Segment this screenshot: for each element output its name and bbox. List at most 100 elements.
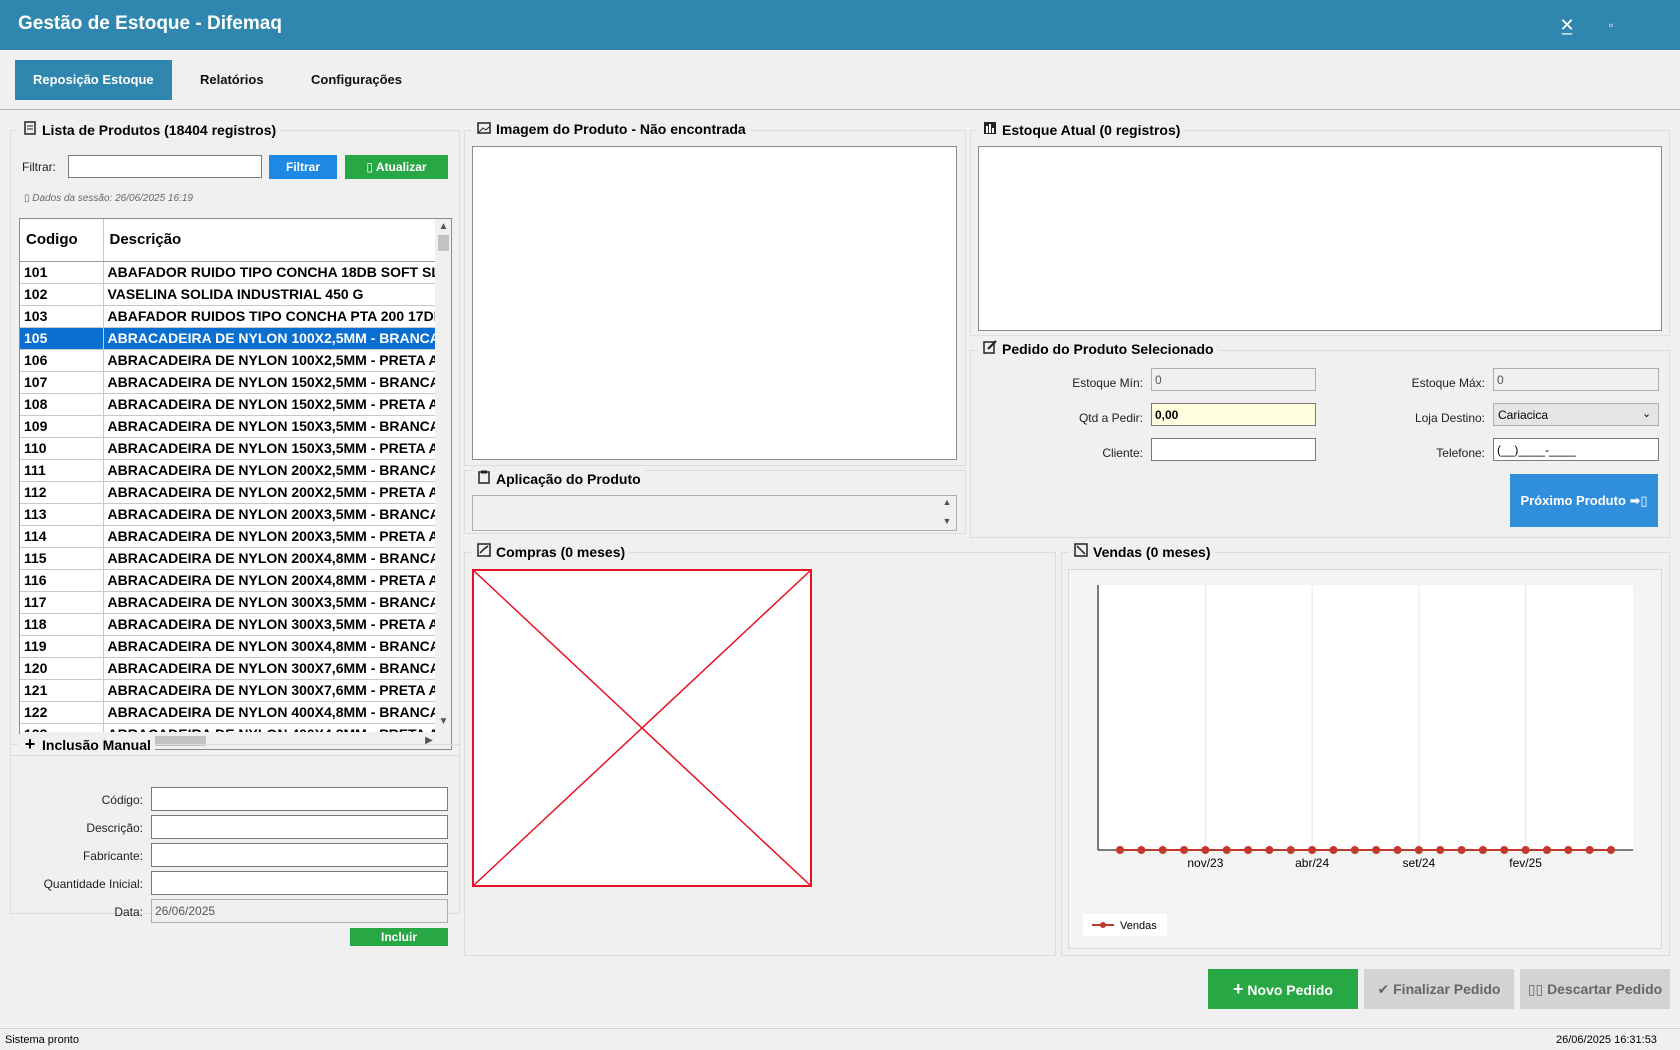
row-code[interactable]: 118 [20,613,104,636]
estoque-min-label: Estoque Mín: [1072,376,1143,390]
include-button[interactable]: Incluir [350,928,448,946]
discard-order-button[interactable]: ▯▯ Descartar Pedido [1520,969,1670,1009]
row-code[interactable]: 103 [20,305,104,328]
row-code[interactable]: 105 [20,327,104,350]
row-description[interactable]: ABRACADEIRA DE NYLON 300X7,6MM - PRETA A… [103,679,436,702]
table-row[interactable]: 111 ABRACADEIRA DE NYLON 200X2,5MM - BRAN… [20,459,436,482]
table-row[interactable]: 101 ABAFADOR RUIDO TIPO CONCHA 18DB SOFT … [20,261,436,284]
table-row[interactable]: 119 ABRACADEIRA DE NYLON 300X4,8MM - BRAN… [20,635,436,658]
product-list-title: Lista de Produtos (18404 registros) [42,122,277,138]
row-code[interactable]: 111 [20,459,104,482]
row-description[interactable]: ABRACADEIRA DE NYLON 200X2,5MM - PRETA A… [103,481,436,504]
row-code[interactable]: 114 [20,525,104,548]
row-description[interactable]: ABRACADEIRA DE NYLON 300X3,5MM - BRANCA [103,591,436,614]
row-description[interactable]: ABRACADEIRA DE NYLON 200X4,8MM - PRETA A… [103,569,436,592]
maximize-button[interactable]: ▫ [1596,10,1626,40]
quantidade-inicial-label: Quantidade Inicial: [43,877,143,891]
codigo-input[interactable] [151,787,448,811]
tab-reposicao-estoque[interactable]: Reposição Estoque [15,60,172,100]
refresh-button[interactable]: ▯ Atualizar [345,155,448,179]
table-row[interactable]: 118 ABRACADEIRA DE NYLON 300X3,5MM - PRET… [20,613,436,636]
table-row[interactable]: 110 ABRACADEIRA DE NYLON 150X3,5MM - PRET… [20,437,436,460]
quantidade-inicial-input[interactable] [151,871,448,895]
row-code[interactable]: 120 [20,657,104,680]
row-code[interactable]: 119 [20,635,104,658]
product-application-textarea[interactable] [472,495,957,531]
row-code[interactable]: 113 [20,503,104,526]
row-description[interactable]: ABRACADEIRA DE NYLON 300X3,5MM - PRETA A… [103,613,436,636]
row-description[interactable]: ABRACADEIRA DE NYLON 200X3,5MM - PRETA A… [103,525,436,548]
row-description[interactable]: VASELINA SOLIDA INDUSTRIAL 450 G [103,283,436,306]
table-row[interactable]: 106 ABRACADEIRA DE NYLON 100X2,5MM - PRET… [20,349,436,372]
row-description[interactable]: ABRACADEIRA DE NYLON 200X2,5MM - BRANCA [103,459,436,482]
product-image-title: Imagem do Produto - Não encontrada [496,121,746,137]
table-row[interactable]: 117 ABRACADEIRA DE NYLON 300X3,5MM - BRAN… [20,591,436,614]
table-row[interactable]: 107 ABRACADEIRA DE NYLON 150X2,5MM - BRAN… [20,371,436,394]
row-description[interactable]: ABRACADEIRA DE NYLON 100X2,5MM - PRETA A… [103,349,436,372]
filter-button[interactable]: Filtrar [269,155,337,179]
qtd-pedir-input[interactable] [1151,403,1316,426]
row-code[interactable]: 110 [20,437,104,460]
filter-input[interactable] [68,155,262,178]
application-scroll-up-icon[interactable]: ▲ [940,497,954,507]
row-description[interactable]: ABRACADEIRA DE NYLON 150X3,5MM - BRANCA [103,415,436,438]
next-product-button[interactable]: Próximo Produto ➡▯ [1510,474,1658,527]
column-header-descricao[interactable]: Descrição [103,219,436,262]
row-description[interactable]: ABRACADEIRA DE NYLON 100X2,5MM - BRANCA [103,327,436,350]
row-description[interactable]: ABRACADEIRA DE NYLON 150X2,5MM - PRETA A… [103,393,436,416]
product-grid[interactable]: Codigo Descrição 101 ABAFADOR RUIDO TIPO … [19,218,452,750]
row-code[interactable]: 121 [20,679,104,702]
row-code[interactable]: 102 [20,283,104,306]
row-description[interactable]: ABAFADOR RUIDOS TIPO CONCHA PTA 200 17DB [103,305,436,328]
table-row[interactable]: 121 ABRACADEIRA DE NYLON 300X7,6MM - PRET… [20,679,436,702]
close-button[interactable]: ✕ [1552,10,1582,40]
row-code[interactable]: 112 [20,481,104,504]
application-scroll-down-icon[interactable]: ▼ [940,516,954,526]
table-row[interactable]: 116 ABRACADEIRA DE NYLON 200X4,8MM - PRET… [20,569,436,592]
row-description[interactable]: ABRACADEIRA DE NYLON 200X4,8MM - BRANCA [103,547,436,570]
grid-vertical-scrollbar[interactable]: ▲ ▼ [435,219,451,732]
row-code[interactable]: 109 [20,415,104,438]
table-row[interactable]: 109 ABRACADEIRA DE NYLON 150X3,5MM - BRAN… [20,415,436,438]
telefone-input[interactable] [1493,438,1659,461]
table-row[interactable]: 108 ABRACADEIRA DE NYLON 150X2,5MM - PRET… [20,393,436,416]
row-code[interactable]: 101 [20,261,104,284]
row-description[interactable]: ABRACADEIRA DE NYLON 300X4,8MM - BRANCA [103,635,436,658]
row-code[interactable]: 106 [20,349,104,372]
row-code[interactable]: 108 [20,393,104,416]
table-row[interactable]: 102 VASELINA SOLIDA INDUSTRIAL 450 G [20,283,436,306]
finish-order-button[interactable]: ✔ Finalizar Pedido [1364,969,1514,1009]
loja-destino-select[interactable]: Cariacica ⌄ [1493,403,1659,426]
tab-relatorios[interactable]: Relatórios [182,60,282,100]
row-code[interactable]: 117 [20,591,104,614]
row-description[interactable]: ABRACADEIRA DE NYLON 150X3,5MM - PRETA A… [103,437,436,460]
scroll-up-icon[interactable]: ▲ [435,219,451,235]
row-description[interactable]: ABRACADEIRA DE NYLON 200X3,5MM - BRANCA [103,503,436,526]
table-row[interactable]: 120 ABRACADEIRA DE NYLON 300X7,6MM - BRAN… [20,657,436,680]
row-description[interactable]: ABRACADEIRA DE NYLON 400X4,8MM - BRANCA [103,701,436,724]
fabricante-input[interactable] [151,843,448,867]
row-code[interactable]: 115 [20,547,104,570]
table-row[interactable]: 115 ABRACADEIRA DE NYLON 200X4,8MM - BRAN… [20,547,436,570]
scroll-down-icon[interactable]: ▼ [435,714,451,730]
table-row[interactable]: 112 ABRACADEIRA DE NYLON 200X2,5MM - PRET… [20,481,436,504]
table-row[interactable]: 114 ABRACADEIRA DE NYLON 200X3,5MM - PRET… [20,525,436,548]
row-code[interactable]: 122 [20,701,104,724]
row-description[interactable]: ABAFADOR RUIDO TIPO CONCHA 18DB SOFT SLI… [103,261,436,284]
new-order-button[interactable]: + Novo Pedido [1208,969,1358,1009]
row-description[interactable]: ABRACADEIRA DE NYLON 150X2,5MM - BRANCA [103,371,436,394]
scroll-thumb[interactable] [438,235,449,251]
current-stock-grid[interactable] [978,146,1662,331]
table-row[interactable]: 105 ABRACADEIRA DE NYLON 100X2,5MM - BRAN… [20,327,436,350]
sales-data-point [1585,846,1594,854]
table-row[interactable]: 103 ABAFADOR RUIDOS TIPO CONCHA PTA 200 1… [20,305,436,328]
table-row[interactable]: 122 ABRACADEIRA DE NYLON 400X4,8MM - BRAN… [20,701,436,724]
row-code[interactable]: 107 [20,371,104,394]
cliente-input[interactable] [1151,438,1316,461]
column-header-codigo[interactable]: Codigo [20,219,104,262]
tab-configuracoes[interactable]: Configurações [293,60,420,100]
row-description[interactable]: ABRACADEIRA DE NYLON 300X7,6MM - BRANCA [103,657,436,680]
table-row[interactable]: 113 ABRACADEIRA DE NYLON 200X3,5MM - BRAN… [20,503,436,526]
descricao-input[interactable] [151,815,448,839]
row-code[interactable]: 116 [20,569,104,592]
